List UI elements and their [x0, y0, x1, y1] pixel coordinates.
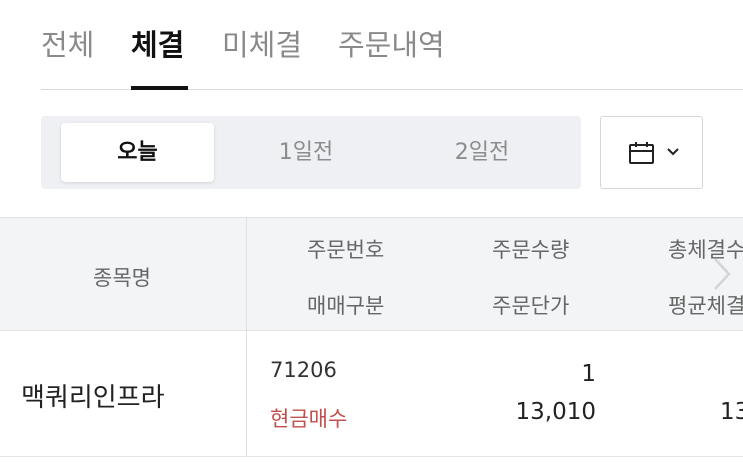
day-option-1-day-ago[interactable]: 1일전	[231, 123, 381, 182]
order-number: 71206	[270, 358, 337, 382]
header-order-number: 주문번호	[307, 238, 385, 262]
day-option-today[interactable]: 오늘	[61, 123, 214, 182]
stock-name: 맥쿼리인프라	[21, 383, 165, 413]
tab-filled[interactable]: 체결	[131, 22, 184, 64]
average-filled-price: 13	[720, 399, 743, 425]
date-picker-button[interactable]	[600, 116, 703, 189]
tab-order-history[interactable]: 주문내역	[338, 22, 445, 64]
header-stock-name: 종목명	[93, 266, 151, 290]
header-average-filled-price: 평균체결	[668, 294, 743, 318]
order-quantity: 1	[581, 361, 596, 387]
header-order-price: 주문단가	[492, 294, 570, 318]
table-header: 종목명 주문번호 매매구분 주문수량 주문단가 총체결수 평균체결	[0, 217, 743, 331]
tab-unfilled[interactable]: 미체결	[222, 22, 302, 64]
chevron-right-icon[interactable]	[712, 257, 732, 291]
tab-all[interactable]: 전체	[41, 22, 94, 64]
header-trade-type: 매매구분	[307, 294, 385, 318]
day-option-2-days-ago[interactable]: 2일전	[407, 123, 557, 182]
day-filter: 오늘 1일전 2일전	[41, 116, 581, 189]
trade-type: 현금매수	[270, 407, 348, 431]
table-row[interactable]: 맥쿼리인프라 71206 현금매수 1 13,010 13	[0, 331, 743, 457]
tab-bar: 전체 체결 미체결 주문내역	[41, 0, 743, 90]
active-tab-indicator	[131, 86, 188, 90]
header-order-quantity: 주문수량	[492, 238, 570, 262]
calendar-icon	[629, 142, 654, 164]
chevron-down-icon	[667, 148, 679, 156]
order-price: 13,010	[515, 399, 596, 425]
